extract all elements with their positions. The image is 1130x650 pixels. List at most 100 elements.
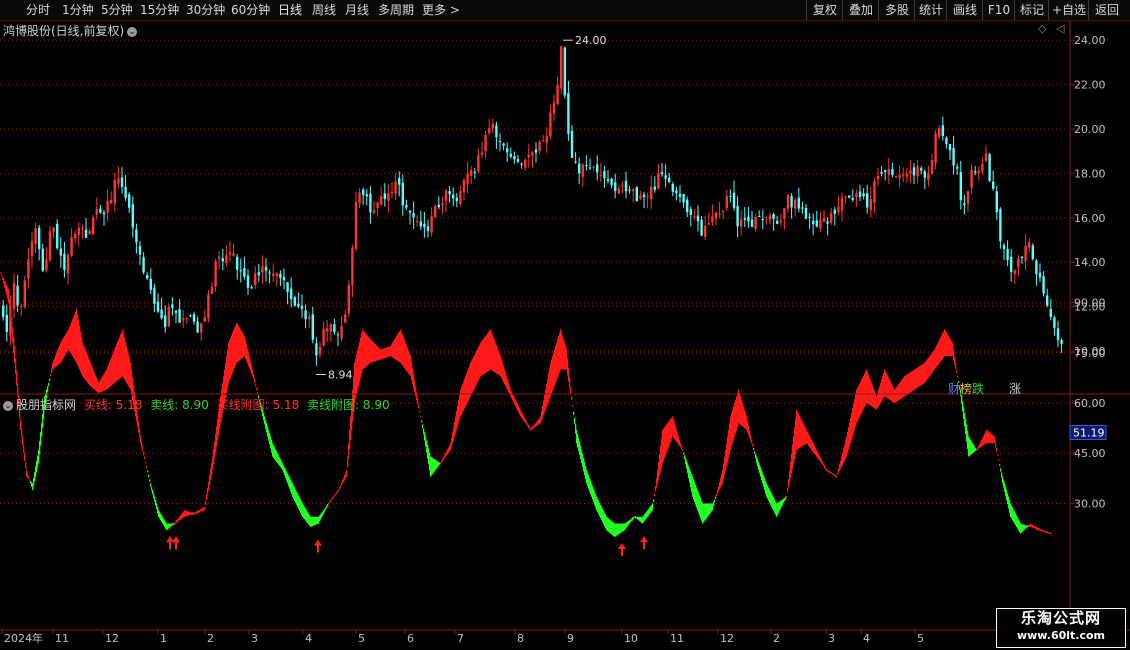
candle-body <box>92 217 95 235</box>
indicator-band <box>333 496 335 498</box>
candle-body <box>948 143 952 151</box>
indicator-band <box>753 447 755 450</box>
diamond-icon[interactable]: ◇ <box>1038 22 1046 35</box>
candle-body <box>369 193 372 213</box>
candle-body <box>603 171 606 179</box>
candle-body <box>610 178 613 186</box>
indicator-band <box>151 486 153 491</box>
candle-body <box>99 208 102 213</box>
candle-body <box>56 223 59 249</box>
candle-body <box>524 159 527 168</box>
candle-body <box>452 194 455 199</box>
candle-body <box>1053 317 1056 328</box>
candle-body <box>664 175 667 179</box>
indicator-band <box>329 501 331 503</box>
legend-buy-line: 买线: 5.18 <box>83 398 143 412</box>
candle-body <box>905 173 908 177</box>
candle-body <box>282 276 286 281</box>
candle-body <box>20 305 23 307</box>
kline-chart[interactable]: 24.0022.0020.0018.0016.0014.0012.0010.00… <box>0 0 1130 650</box>
candle-body <box>110 199 113 204</box>
indicator-caret-icon[interactable]: ⌄ <box>3 400 13 411</box>
candle-body <box>77 227 80 235</box>
candle-body <box>538 141 541 152</box>
candle-body <box>66 254 70 274</box>
candle-body <box>380 195 383 205</box>
indicator-band <box>713 501 715 507</box>
candle-body <box>239 270 242 272</box>
candle-body <box>653 186 656 190</box>
candle-body <box>732 192 736 208</box>
candle-body <box>268 272 271 274</box>
candle-body <box>952 147 955 166</box>
candle-body <box>556 85 559 105</box>
candle-body <box>570 130 574 158</box>
candle-body <box>297 303 300 307</box>
candle-body <box>300 305 304 309</box>
x-tick-label: 5 <box>358 632 365 645</box>
indicator-band <box>787 488 789 493</box>
candle-body <box>898 174 901 178</box>
candle-body <box>372 209 376 213</box>
indicator-band <box>683 452 685 455</box>
x-tick-label: 11 <box>55 632 69 645</box>
badge-fall[interactable]: 跌 <box>972 382 984 396</box>
candle-body <box>797 197 800 209</box>
candle-body <box>884 170 887 172</box>
candle-body <box>275 273 278 277</box>
indicator-band <box>28 476 30 479</box>
extreme-label: 24.00 <box>575 34 607 47</box>
candle-body <box>462 179 466 193</box>
candle-body <box>880 171 883 174</box>
candle-body <box>567 93 570 134</box>
indicator-band <box>25 461 27 469</box>
indicator-band <box>420 415 422 418</box>
candle-body <box>840 197 844 211</box>
badge-rise[interactable]: 涨 <box>1009 380 1021 397</box>
candle-body <box>1042 276 1045 294</box>
candle-body <box>621 184 624 187</box>
candle-body <box>513 156 516 160</box>
indicator-band <box>421 420 423 423</box>
indicator-band <box>253 374 255 380</box>
candle-body <box>34 228 37 244</box>
collapse-caret-icon[interactable]: ◁ <box>1056 22 1064 35</box>
candle-body <box>531 152 534 156</box>
indicator-band <box>997 454 999 456</box>
candle-body <box>689 209 692 215</box>
indicator-band <box>331 498 333 501</box>
indicator-band <box>569 377 571 388</box>
candle-body <box>502 143 505 146</box>
candle-body <box>862 193 865 197</box>
candle-body <box>203 316 206 322</box>
candle-body <box>639 195 642 199</box>
candle-body <box>340 326 343 339</box>
candle-body <box>675 190 678 194</box>
candle-body <box>711 216 714 223</box>
candle-body <box>318 346 322 354</box>
badge-ranking[interactable]: 榜 <box>960 382 972 396</box>
indicator-band <box>330 500 332 502</box>
indicator-band <box>340 485 342 487</box>
candle-body <box>146 275 149 279</box>
candle-body <box>891 168 894 175</box>
info-badges: 财榜跌 <box>948 380 984 397</box>
candle-body <box>581 164 584 177</box>
candle-body <box>120 177 124 187</box>
candle-body <box>578 163 581 174</box>
legend-sell-line: 卖线: 8.90 <box>150 398 209 412</box>
candle-body <box>682 193 685 203</box>
indicator-band <box>147 470 149 473</box>
candle-body <box>466 173 469 184</box>
candle-body <box>153 287 156 304</box>
indicator-band <box>716 493 718 497</box>
indicator-band <box>998 459 1000 461</box>
candle-body <box>23 280 26 307</box>
badge-finance[interactable]: 财 <box>948 382 960 396</box>
dropdown-caret-icon[interactable]: ⌄ <box>127 26 138 37</box>
candle-body <box>74 233 77 239</box>
buy-arrow-icon <box>618 542 626 556</box>
legend-sell-sub: 卖线附图: 8.90 <box>307 398 390 412</box>
candle-body <box>560 46 563 89</box>
candle-body <box>70 237 73 256</box>
